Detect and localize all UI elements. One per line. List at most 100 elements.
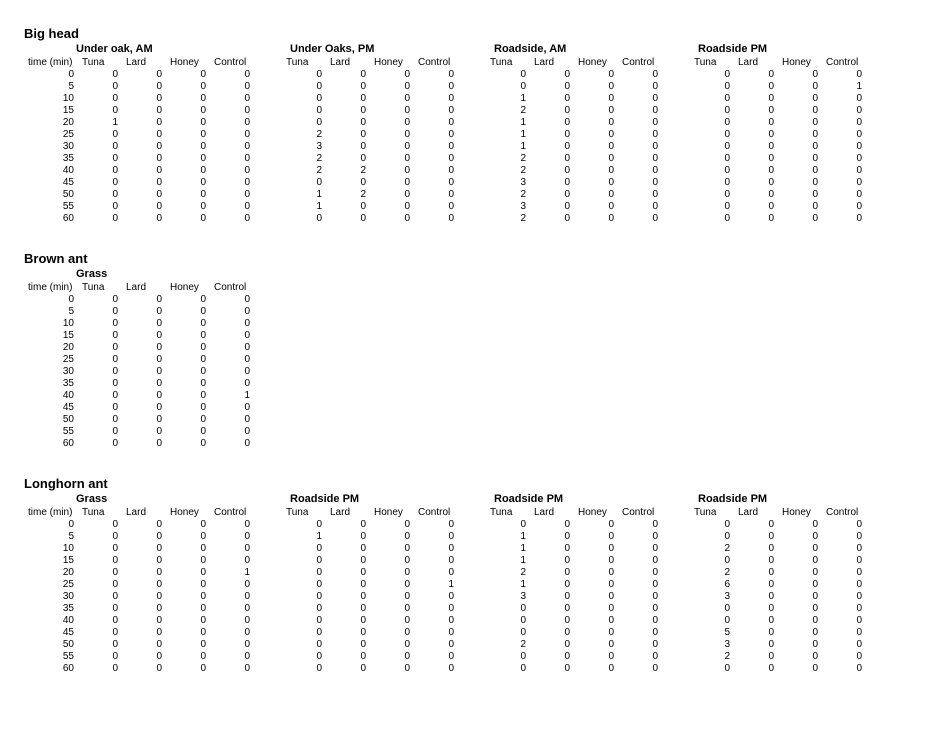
table-row: 300000 bbox=[24, 591, 254, 603]
value-cell: 0 bbox=[778, 69, 822, 81]
time-cell: 20 bbox=[24, 117, 78, 129]
value-cell: 0 bbox=[414, 627, 458, 639]
value-cell: 0 bbox=[370, 555, 414, 567]
table-row: 5000 bbox=[690, 627, 866, 639]
value-cell: 0 bbox=[618, 567, 662, 579]
table-row: 1000 bbox=[486, 555, 662, 567]
value-cell: 0 bbox=[210, 201, 254, 213]
table-row: 201000 bbox=[24, 117, 254, 129]
value-cell: 0 bbox=[282, 663, 326, 675]
value-cell: 0 bbox=[122, 201, 166, 213]
time-cell: 5 bbox=[24, 81, 78, 93]
value-cell: 0 bbox=[282, 81, 326, 93]
value-cell: 0 bbox=[78, 426, 122, 438]
value-cell: 0 bbox=[370, 177, 414, 189]
value-cell: 0 bbox=[326, 93, 370, 105]
value-cell: 3 bbox=[486, 591, 530, 603]
value-cell: 0 bbox=[822, 141, 866, 153]
value-cell: 0 bbox=[734, 201, 778, 213]
data-block: Under Oaks, PMTunaLardHoneyControl000000… bbox=[282, 43, 458, 225]
table-row: 2000 bbox=[690, 567, 866, 579]
time-cell: 40 bbox=[24, 615, 78, 627]
value-cell: 0 bbox=[326, 531, 370, 543]
table-row: 3000 bbox=[486, 201, 662, 213]
table-row: 100000 bbox=[24, 543, 254, 555]
table-row: 2000 bbox=[486, 189, 662, 201]
value-cell: 0 bbox=[822, 555, 866, 567]
table-row: 0000 bbox=[282, 519, 458, 531]
value-cell: 0 bbox=[210, 519, 254, 531]
value-cell: 0 bbox=[78, 189, 122, 201]
value-cell: 0 bbox=[122, 129, 166, 141]
value-cell: 0 bbox=[530, 117, 574, 129]
value-cell: 0 bbox=[210, 438, 254, 450]
value-cell: 0 bbox=[414, 81, 458, 93]
value-cell: 0 bbox=[690, 69, 734, 81]
table-row: 0000 bbox=[690, 141, 866, 153]
table-row: 450000 bbox=[24, 402, 254, 414]
table-row: 0000 bbox=[282, 603, 458, 615]
table-row: 1000 bbox=[486, 543, 662, 555]
value-cell: 0 bbox=[210, 213, 254, 225]
value-cell: 0 bbox=[166, 177, 210, 189]
table-row: 0001 bbox=[690, 81, 866, 93]
column-header: Lard bbox=[734, 57, 778, 69]
value-cell: 0 bbox=[210, 414, 254, 426]
value-cell: 0 bbox=[78, 177, 122, 189]
table-row: 00000 bbox=[24, 294, 254, 306]
value-cell: 0 bbox=[370, 543, 414, 555]
table-row: 0000 bbox=[282, 615, 458, 627]
value-cell: 0 bbox=[326, 519, 370, 531]
data-block: Grasstime (min)TunaLardHoneyControl00000… bbox=[24, 493, 254, 675]
value-cell: 0 bbox=[122, 189, 166, 201]
value-cell: 0 bbox=[210, 105, 254, 117]
value-cell: 1 bbox=[486, 141, 530, 153]
column-header: Honey bbox=[370, 57, 414, 69]
value-cell: 0 bbox=[122, 579, 166, 591]
value-cell: 0 bbox=[690, 531, 734, 543]
value-cell: 0 bbox=[618, 201, 662, 213]
time-cell: 20 bbox=[24, 567, 78, 579]
table-row: 2000 bbox=[486, 153, 662, 165]
value-cell: 0 bbox=[822, 639, 866, 651]
value-cell: 0 bbox=[78, 366, 122, 378]
value-cell: 0 bbox=[122, 555, 166, 567]
value-cell: 0 bbox=[414, 141, 458, 153]
value-cell: 0 bbox=[210, 318, 254, 330]
value-cell: 3 bbox=[282, 141, 326, 153]
table-row: 0000 bbox=[690, 189, 866, 201]
table-row: 0000 bbox=[282, 663, 458, 675]
value-cell: 1 bbox=[282, 189, 326, 201]
value-cell: 0 bbox=[370, 591, 414, 603]
value-cell: 0 bbox=[486, 519, 530, 531]
value-cell: 0 bbox=[122, 117, 166, 129]
value-cell: 0 bbox=[78, 438, 122, 450]
value-cell: 0 bbox=[618, 639, 662, 651]
data-table: TunaLardHoneyControl00000000100020001000… bbox=[486, 57, 662, 225]
time-cell: 60 bbox=[24, 663, 78, 675]
table-row: 0000 bbox=[486, 627, 662, 639]
value-cell: 0 bbox=[690, 117, 734, 129]
value-cell: 0 bbox=[210, 342, 254, 354]
value-cell: 0 bbox=[166, 69, 210, 81]
value-cell: 0 bbox=[778, 201, 822, 213]
table-row: 1200 bbox=[282, 189, 458, 201]
value-cell: 0 bbox=[326, 213, 370, 225]
value-cell: 0 bbox=[778, 627, 822, 639]
value-cell: 0 bbox=[166, 117, 210, 129]
value-cell: 0 bbox=[326, 177, 370, 189]
block-row: Grasstime (min)TunaLardHoneyControl00000… bbox=[24, 493, 922, 675]
value-cell: 0 bbox=[574, 177, 618, 189]
value-cell: 0 bbox=[574, 663, 618, 675]
time-cell: 35 bbox=[24, 378, 78, 390]
value-cell: 0 bbox=[210, 117, 254, 129]
value-cell: 5 bbox=[690, 627, 734, 639]
value-cell: 0 bbox=[78, 81, 122, 93]
value-cell: 0 bbox=[778, 519, 822, 531]
value-cell: 0 bbox=[78, 294, 122, 306]
value-cell: 0 bbox=[166, 603, 210, 615]
value-cell: 0 bbox=[734, 615, 778, 627]
value-cell: 0 bbox=[122, 366, 166, 378]
value-cell: 0 bbox=[370, 141, 414, 153]
value-cell: 0 bbox=[690, 105, 734, 117]
